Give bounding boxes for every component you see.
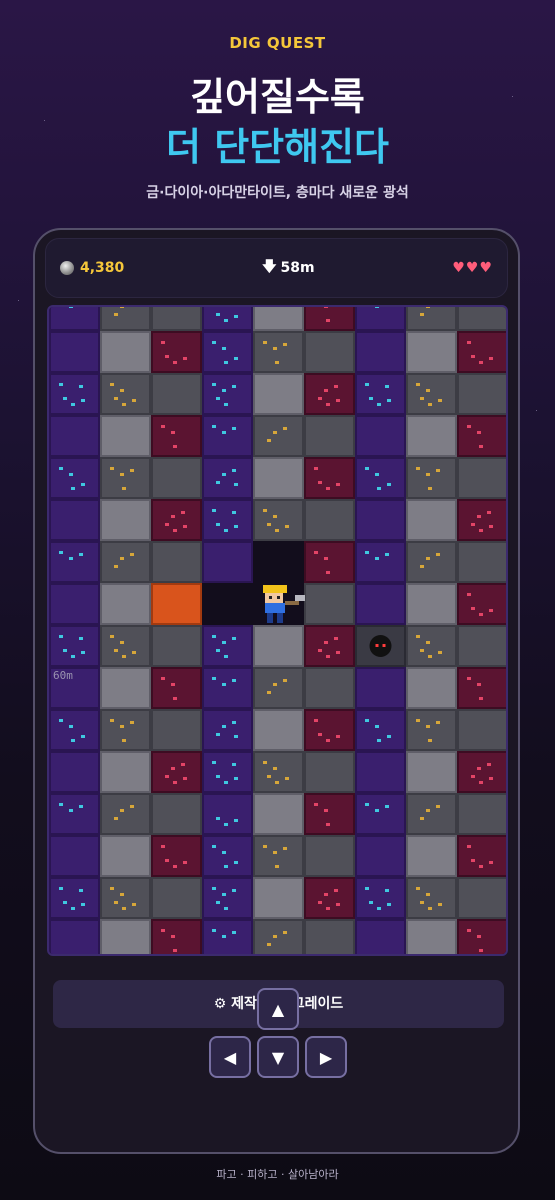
coin-value: 4,380 [80, 260, 125, 276]
gear-icon: ⚙ [213, 996, 227, 1012]
dpad-left-button[interactable]: ◀ [209, 1036, 251, 1078]
depth-value: 58m [280, 260, 315, 276]
coin-counter: 4,380 [60, 260, 124, 276]
hearts-icon: ♥♥♥ [452, 260, 493, 276]
headline-line1: 깊어질수록 [190, 75, 365, 119]
dpad-down-button[interactable]: ▼ [257, 1036, 299, 1078]
headline-line2: 더 단단해진다 [166, 125, 389, 169]
coin-icon [60, 261, 74, 275]
phone-frame: 4,380 🡇 58m ♥♥♥ 60m ⚙ 제작 & 업그레이드 ▲ ◀ ▼ ▶ [33, 228, 520, 1154]
dpad-up-button[interactable]: ▲ [257, 988, 299, 1030]
depth-marker-label: 60m [53, 669, 73, 682]
dpad-right-button[interactable]: ▶ [305, 1036, 347, 1078]
mine-grid-canvas[interactable]: 60m [49, 307, 506, 954]
footer-tagline: 파고 · 피하고 · 살아남아라 [216, 1168, 339, 1181]
mine-grid[interactable]: 60m [47, 305, 508, 956]
bomb-icon [369, 635, 392, 657]
headline: 깊어질수록 더 단단해진다 [0, 72, 555, 172]
subtitle: 금·다이아·아다만타이트, 층마다 새로운 광석 [146, 185, 409, 201]
down-arrow-icon: 🡇 [262, 259, 277, 275]
depth-indicator: 🡇 58m [262, 256, 314, 280]
hud-bar: 4,380 🡇 58m ♥♥♥ [45, 238, 508, 298]
game-brand: DIG QUEST [229, 34, 326, 52]
